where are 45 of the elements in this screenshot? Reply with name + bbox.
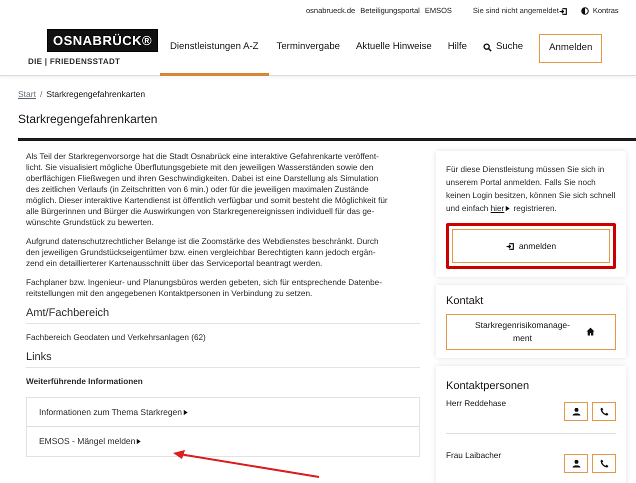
person-icon — [572, 407, 580, 416]
login-button[interactable]: anmelden — [452, 229, 610, 263]
paragraph: Fachplaner bzw. Ingenieur- und Planungsbüros werden gebeten, sich für entsprechende Datenbe- reitstellungen mit den angegebenen Kontaktpersonen in Verbindung zu setzen. — [26, 277, 383, 299]
card-heading: Kontakt — [446, 294, 484, 309]
section-heading: Links — [26, 351, 420, 368]
login-icon — [558, 6, 568, 16]
search-icon — [482, 42, 492, 52]
person-icon — [572, 459, 580, 468]
caret-icon — [135, 438, 142, 446]
breadcrumb-item[interactable]: Start — [18, 88, 36, 112]
phone-button[interactable] — [592, 402, 616, 421]
home-icon — [586, 327, 594, 336]
contrast-icon — [580, 7, 589, 15]
caret-icon — [504, 205, 512, 212]
logo: OSNABRÜCK® — [47, 28, 158, 52]
link-item[interactable]: Informationen zum Thema Starkregen — [27, 398, 419, 426]
phone-button[interactable] — [592, 454, 616, 473]
login-icon — [506, 242, 515, 250]
nav-link[interactable]: Aktuelle Hinweise — [348, 22, 440, 76]
login-info-text: Für diese Dienstleistung müssen Sie sich in unserem Portal anmelden. Falls Sie noch keinen Login besitzen, können Sie sich schnell und einfach hier registrieren. — [446, 164, 616, 215]
caret-icon — [182, 408, 189, 416]
department-name: Fachbereich Geodaten und Verkehrsanlagen (62) — [26, 332, 207, 344]
nav-link[interactable]: Dienstleistungen A-Z — [160, 22, 269, 76]
person-name: Frau Laibacher — [446, 450, 502, 462]
nav-link[interactable]: Terminvergabe — [268, 22, 348, 76]
logo-subtitle: DIE | FRIEDENSSTADT — [28, 56, 122, 68]
search-link[interactable]: Suche — [474, 22, 532, 76]
phone-icon — [600, 407, 608, 416]
nav-link[interactable]: Hilfe — [440, 22, 475, 76]
links-subheading: Weiterführende Informationen — [26, 376, 144, 388]
phone-icon — [600, 459, 608, 468]
link-item[interactable]: EMSOS - Mängel melden — [27, 426, 419, 456]
paragraph: Aufgrund datenschutzrechtlicher Belange ist die Zoomstärke des Webdienstes beschränkt. Durch den jeweiligen Grundstückseigentümer bzw. einen vergleichbar Berechtigten kann jedoch ergän- zend ein detaillierterer Kartenausschnitt über das Serviceportal beantragt werden. — [26, 236, 380, 269]
card-heading: Kontaktpersonen — [446, 378, 530, 394]
breadcrumb-separator: / — [40, 88, 42, 101]
page-title: Starkregengefahrenkarten — [17, 112, 158, 128]
profile-button[interactable] — [564, 454, 588, 473]
login-button[interactable]: Anmelden — [539, 34, 602, 63]
breadcrumb-item: Starkregengefahrenkarten — [46, 88, 146, 101]
register-link[interactable]: hier — [490, 204, 504, 213]
paragraph: Als Teil der Starkregenvorsorge hat die Stadt Osnabrück eine interaktive Gefahrenkarte veröffent- licht. Sie visualisiert mögliche Überflutungsgebiete mit den jeweiligen Wasserständen sowie den oberflächigen Fließwegen und ihren Geschwindigkeiten. Dabei ist eine Darstellung als Simulation des zeitlichen Verlaufs (in Zeitschritten von 6 min.) oder für die jeweiligen maximalen Zustände möglich. Dieser interaktive Kartendienst ist öffentlich verfügbar und somit besteht die Möglichkeit für alle Bürgerinnen und Bürger die Auswirkungen von Starkregenereignissen individuell für das ge- wünschte Grundstück zu bewerten. — [26, 151, 389, 228]
profile-button[interactable] — [564, 402, 588, 421]
contact-button[interactable]: Starkregenrisikomanage-ment — [446, 314, 616, 350]
person-name: Herr Reddehase — [446, 398, 506, 410]
section-heading: Amt/Fachbereich — [26, 307, 420, 324]
